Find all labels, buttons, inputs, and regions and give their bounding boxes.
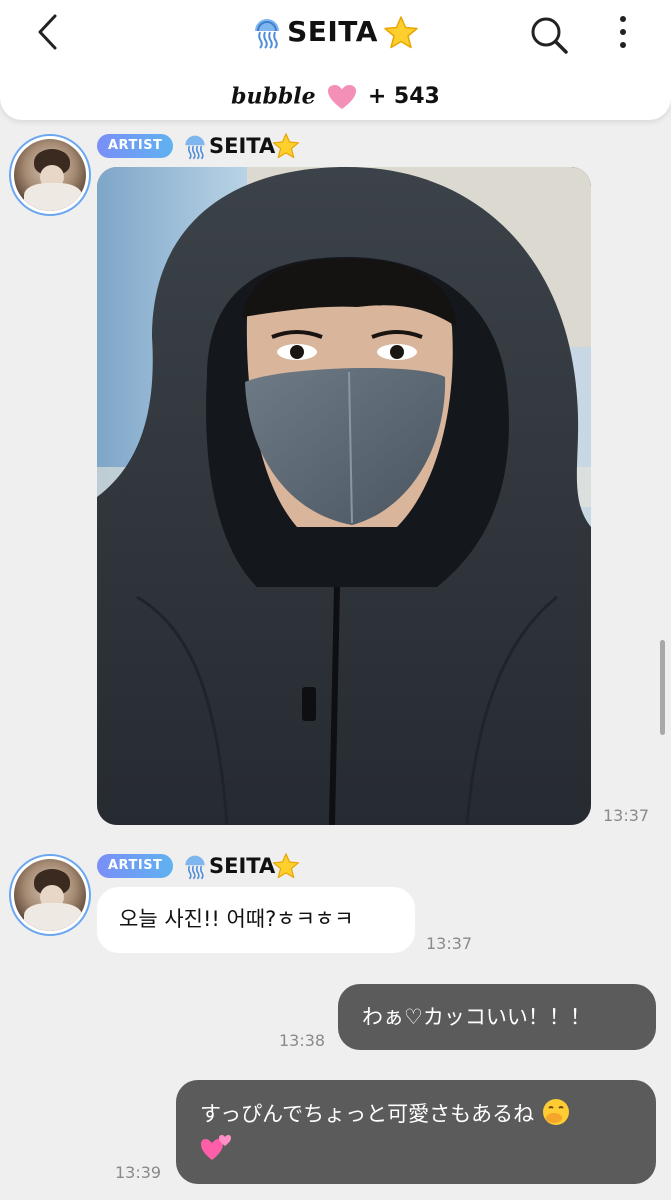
jellyfish-icon <box>185 135 205 160</box>
two-hearts-emoji-icon <box>201 1135 231 1160</box>
star-icon <box>272 853 300 879</box>
message-text: 오늘 사진!! 어때?ㅎㅋㅎㅋ <box>119 907 354 931</box>
message-line <box>200 1132 632 1171</box>
bubble-count: + 543 <box>367 83 440 109</box>
more-vertical-icon <box>620 16 626 48</box>
incoming-message-bubble[interactable]: 오늘 사진!! 어때?ㅎㅋㅎㅋ <box>97 887 415 953</box>
message-time: 13:39 <box>115 1163 162 1182</box>
photo-message[interactable] <box>97 167 591 825</box>
artist-avatar[interactable] <box>9 134 91 216</box>
artist-avatar[interactable] <box>9 854 91 936</box>
message-time: 13:37 <box>426 934 473 953</box>
scrollbar[interactable] <box>660 640 665 735</box>
jellyfish-icon <box>255 19 279 49</box>
hand-over-mouth-emoji-icon <box>542 1099 569 1125</box>
more-options-button[interactable] <box>608 14 638 50</box>
avatar-image <box>14 139 86 211</box>
message-text: わぁ♡カッコいい！！！ <box>362 1005 591 1029</box>
star-icon <box>272 133 300 159</box>
star-icon <box>384 16 418 49</box>
search-button[interactable] <box>528 14 570 56</box>
artist-badge: ARTIST <box>97 134 174 158</box>
search-icon <box>531 17 568 54</box>
message-time: 13:37 <box>603 806 650 825</box>
sender-name: SEITA <box>209 134 276 158</box>
bubble-brand: bubble <box>231 83 316 110</box>
message-text: すっぴんでちょっと可愛さもあるね <box>200 1102 535 1126</box>
avatar-image <box>14 859 86 931</box>
message-line: すっぴんでちょっと可愛さもあるね <box>200 1097 632 1130</box>
pink-heart-icon <box>327 84 356 109</box>
outgoing-message-bubble[interactable]: すっぴんでちょっと可愛さもあるね <box>176 1080 656 1184</box>
outgoing-message-bubble[interactable]: わぁ♡カッコいい！！！ <box>338 984 656 1050</box>
chat-header: SEITA bubble + 543 <box>0 0 671 120</box>
chat-title-text: SEITA <box>287 15 378 48</box>
bubble-count-row[interactable]: bubble + 543 <box>0 80 671 112</box>
chat-title: SEITA <box>0 12 671 52</box>
artist-badge: ARTIST <box>97 854 174 878</box>
selfie-photo <box>97 167 591 825</box>
jellyfish-icon <box>185 855 205 880</box>
sender-name: SEITA <box>209 854 276 878</box>
message-time: 13:38 <box>279 1031 326 1050</box>
